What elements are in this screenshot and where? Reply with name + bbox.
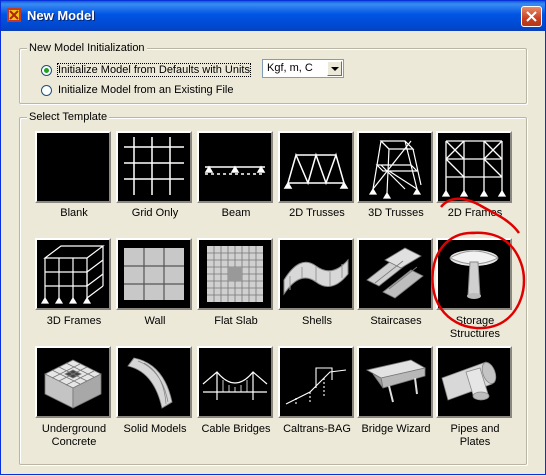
2d-frames-icon bbox=[441, 140, 507, 197]
template-group-title: Select Template bbox=[27, 111, 110, 123]
template-storage-structures-label: Storage Structures bbox=[449, 315, 501, 340]
template-2d-frames[interactable] bbox=[436, 131, 512, 203]
template-shells-label: Shells bbox=[302, 315, 332, 327]
template-cable-bridges-label: Cable Bridges bbox=[201, 423, 271, 435]
staircases-icon bbox=[366, 247, 424, 299]
template-pipes-and-plates[interactable] bbox=[436, 346, 512, 418]
radio-defaults-button[interactable] bbox=[41, 64, 52, 76]
grid-only-icon bbox=[124, 137, 184, 195]
close-icon bbox=[526, 11, 537, 22]
template-wall-label: Wall bbox=[144, 315, 166, 327]
template-3d-trusses[interactable] bbox=[357, 131, 433, 203]
pipes-and-plates-icon bbox=[441, 361, 497, 401]
template-caltrans-bag[interactable] bbox=[278, 346, 354, 418]
template-underground-concrete-label: Underground Concrete bbox=[41, 423, 107, 448]
3d-trusses-icon bbox=[368, 140, 422, 199]
units-select-value: Kgf, m, C bbox=[267, 62, 313, 74]
template-grid-only-label: Grid Only bbox=[131, 207, 179, 219]
radio-existing-file-button[interactable] bbox=[41, 84, 52, 96]
new-model-dialog: New Model New Model Initialization Initi… bbox=[0, 0, 546, 475]
storage-structures-icon bbox=[448, 250, 500, 299]
template-caltrans-bag-label: Caltrans-BAG bbox=[283, 423, 351, 435]
template-flat-slab-label: Flat Slab bbox=[214, 315, 258, 327]
caltrans-bag-icon bbox=[285, 367, 347, 406]
template-staircases-label: Staircases bbox=[370, 315, 422, 327]
template-3d-frames[interactable] bbox=[35, 238, 111, 310]
template-cable-bridges[interactable] bbox=[197, 346, 273, 418]
template-underground-concrete[interactable] bbox=[35, 346, 111, 418]
underground-concrete-icon bbox=[44, 359, 102, 409]
cable-bridges-icon bbox=[202, 371, 268, 400]
3d-frames-icon bbox=[40, 245, 105, 304]
radio-existing-file-label[interactable]: Initialize Model from an Existing File bbox=[58, 84, 233, 96]
radio-defaults[interactable]: Initialize Model from Defaults with Unit… bbox=[41, 63, 251, 77]
template-beam-label: Beam bbox=[221, 207, 251, 219]
template-wall[interactable] bbox=[116, 238, 192, 310]
window-title: New Model bbox=[27, 8, 95, 23]
template-grid-only[interactable] bbox=[116, 131, 192, 203]
blank-icon bbox=[37, 133, 109, 201]
template-shells[interactable] bbox=[278, 238, 354, 310]
solid-models-icon bbox=[127, 357, 173, 409]
radio-defaults-label[interactable]: Initialize Model from Defaults with Unit… bbox=[57, 63, 251, 77]
template-staircases[interactable] bbox=[357, 238, 433, 310]
template-3d-trusses-label: 3D Trusses bbox=[368, 207, 424, 219]
shells-icon bbox=[283, 258, 349, 296]
template-bridge-wizard[interactable] bbox=[357, 346, 433, 418]
radio-existing-file[interactable]: Initialize Model from an Existing File bbox=[41, 83, 233, 97]
template-2d-trusses[interactable] bbox=[278, 131, 354, 203]
units-select[interactable]: Kgf, m, C bbox=[262, 59, 344, 78]
flat-slab-icon bbox=[207, 246, 263, 302]
bridge-wizard-icon bbox=[365, 359, 427, 403]
template-flat-slab[interactable] bbox=[197, 238, 273, 310]
template-solid-models[interactable] bbox=[116, 346, 192, 418]
template-blank[interactable] bbox=[35, 131, 111, 203]
template-storage-structures[interactable] bbox=[436, 238, 512, 310]
template-bridge-wizard-label: Bridge Wizard bbox=[361, 423, 431, 435]
template-2d-trusses-label: 2D Trusses bbox=[289, 207, 345, 219]
chevron-down-icon[interactable] bbox=[327, 61, 342, 76]
template-pipes-and-plates-label: Pipes and Plates bbox=[450, 423, 500, 448]
close-button[interactable] bbox=[521, 6, 542, 27]
title-bar[interactable]: New Model bbox=[1, 1, 545, 31]
beam-icon bbox=[204, 165, 266, 175]
init-group-title: New Model Initialization bbox=[27, 42, 147, 54]
2d-trusses-icon bbox=[283, 152, 349, 189]
app-icon bbox=[7, 8, 21, 22]
template-3d-frames-label: 3D Frames bbox=[46, 315, 102, 327]
template-beam[interactable] bbox=[197, 131, 273, 203]
template-solid-models-label: Solid Models bbox=[123, 423, 187, 435]
wall-icon bbox=[124, 248, 184, 300]
template-2d-frames-label: 2D Frames bbox=[447, 207, 503, 219]
template-blank-label: Blank bbox=[60, 207, 88, 219]
